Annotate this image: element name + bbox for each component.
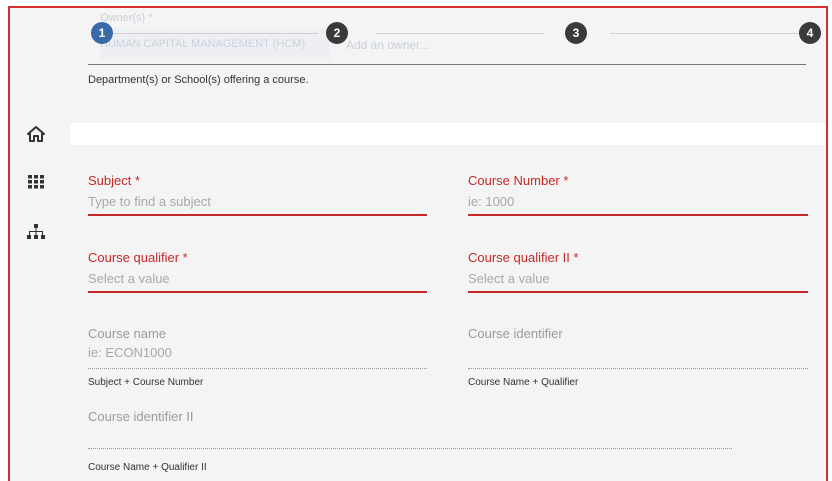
course-name-field: Course name ie: ECON1000 Subject + Cours… xyxy=(88,326,427,388)
course-number-input[interactable]: ie: 1000 xyxy=(468,194,808,209)
course-number-label: Course Number * xyxy=(468,173,569,188)
course-qualifier-field[interactable]: Course qualifier * Select a value xyxy=(88,250,427,294)
home-icon[interactable] xyxy=(26,124,46,144)
sidebar xyxy=(10,8,70,481)
subject-underline xyxy=(88,214,427,216)
course-name-label: Course name xyxy=(88,326,167,341)
course-qualifier-underline xyxy=(88,291,427,293)
course-identifier-ii-label: Course identifier II xyxy=(88,409,194,424)
course-identifier-field: Course identifier Course Name + Qualifie… xyxy=(468,326,808,388)
owner-underline xyxy=(88,64,806,65)
course-qualifier-ii-label: Course qualifier II * xyxy=(468,250,579,265)
course-qualifier-label: Course qualifier * xyxy=(88,250,188,265)
subject-label: Subject * xyxy=(88,173,141,188)
course-qualifier-select[interactable]: Select a value xyxy=(88,271,427,286)
step-3[interactable]: 3 xyxy=(565,22,587,44)
app-frame: Owner(s) * HUMAN CAPITAL MANAGEMENT (HCM… xyxy=(8,6,828,481)
step-4[interactable]: 4 xyxy=(799,22,821,44)
sitemap-icon[interactable] xyxy=(26,222,46,242)
course-qualifier-ii-underline xyxy=(468,291,808,293)
course-form: Subject * Type to find a subject Course … xyxy=(70,145,826,481)
step-connector xyxy=(610,33,810,34)
subject-input[interactable]: Type to find a subject xyxy=(88,194,427,209)
course-identifier-underline xyxy=(468,368,808,369)
step-connector xyxy=(110,33,318,34)
main-content: Owner(s) * HUMAN CAPITAL MANAGEMENT (HCM… xyxy=(70,8,826,481)
step-1[interactable]: 1 xyxy=(91,22,113,44)
course-number-underline xyxy=(468,214,808,216)
owner-helper-text: Department(s) or School(s) offering a co… xyxy=(88,74,309,86)
course-name-underline xyxy=(88,368,427,369)
step-2[interactable]: 2 xyxy=(326,22,348,44)
course-identifier-label: Course identifier xyxy=(468,326,563,341)
course-name-value: ie: ECON1000 xyxy=(88,345,172,360)
course-qualifier-ii-select[interactable]: Select a value xyxy=(468,271,808,286)
course-identifier-helper: Course Name + Qualifier xyxy=(468,377,579,388)
course-identifier-ii-underline xyxy=(88,448,732,449)
course-number-field[interactable]: Course Number * ie: 1000 xyxy=(468,173,808,217)
course-identifier-ii-field: Course identifier II Course Name + Quali… xyxy=(88,409,732,475)
subject-field[interactable]: Subject * Type to find a subject xyxy=(88,173,427,217)
owner-panel: Owner(s) * HUMAN CAPITAL MANAGEMENT (HCM… xyxy=(70,8,826,123)
course-identifier-ii-helper: Course Name + Qualifier II xyxy=(88,462,207,473)
course-qualifier-ii-field[interactable]: Course qualifier II * Select a value xyxy=(468,250,808,294)
stepper: 1 2 3 4 xyxy=(80,22,821,48)
step-connector xyxy=(376,33,544,34)
grid-icon[interactable] xyxy=(26,172,46,192)
course-name-helper: Subject + Course Number xyxy=(88,377,204,388)
